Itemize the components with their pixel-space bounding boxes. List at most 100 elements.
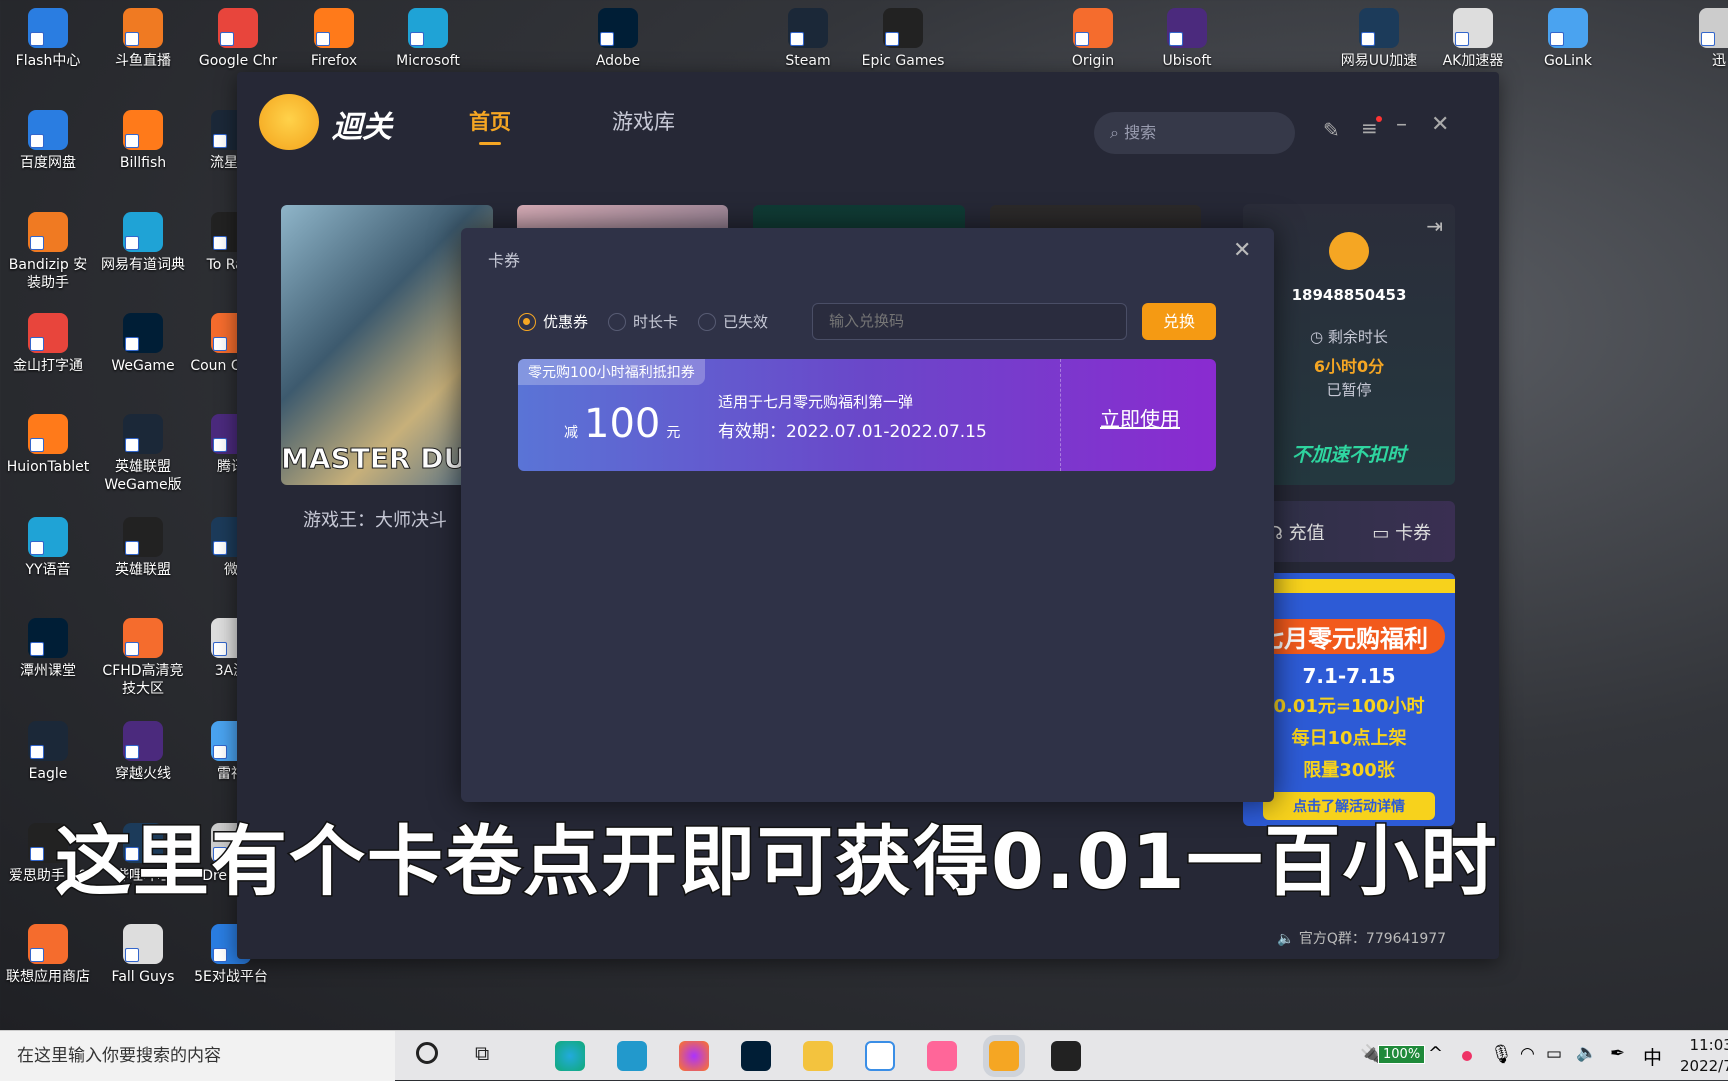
desktop-shortcut[interactable]: Origin: [1050, 8, 1136, 70]
battery-icon[interactable]: ▭: [1546, 1044, 1562, 1064]
wifi-icon[interactable]: ◠: [1520, 1044, 1535, 1064]
app-icon: [28, 414, 68, 454]
desktop-shortcut[interactable]: YY语音: [5, 517, 91, 579]
desktop-shortcut[interactable]: 英雄联盟: [100, 517, 186, 579]
battery-badge: 100%: [1378, 1045, 1426, 1064]
desktop-shortcut[interactable]: Steam: [765, 8, 851, 70]
obs-taskbar-icon[interactable]: [1051, 1041, 1081, 1071]
shortcut-label: Ubisoft: [1162, 53, 1212, 69]
taskbar: 在这里输入你要搜索的内容 ⧉ 🔌 100% ^ 🎙 ◠ ▭ 🔈 ✒ 中 11:0…: [0, 1030, 1728, 1081]
coupons-label: 卡券: [1395, 522, 1432, 544]
clock[interactable]: 11:03 2022/7: [1680, 1035, 1728, 1077]
radio-expired[interactable]: 已失效: [698, 311, 768, 332]
video-caption: 这里有个卡卷点开即可获得0.01一百小时: [54, 816, 1499, 908]
pen-icon[interactable]: ✒: [1610, 1043, 1625, 1064]
desktop-shortcut[interactable]: 英雄联盟WeGame版: [100, 414, 186, 494]
desktop-shortcut[interactable]: 潭州课堂: [5, 618, 91, 680]
ime-indicator[interactable]: 中: [1643, 1043, 1662, 1070]
radio-discount-coupon[interactable]: 优惠券: [518, 311, 588, 332]
desktop-shortcut[interactable]: 联想应用商店: [5, 924, 91, 986]
desktop-shortcut[interactable]: WeGame: [100, 313, 186, 375]
desktop-shortcut[interactable]: Microsoft: [385, 8, 471, 70]
taskbar-search[interactable]: 在这里输入你要搜索的内容: [0, 1031, 395, 1081]
app-icon: [1548, 8, 1588, 48]
coupon-prefix: 减: [564, 425, 578, 441]
search-input[interactable]: ⌕ 搜索: [1094, 112, 1295, 154]
radio-time-card[interactable]: 时长卡: [608, 311, 678, 332]
desktop-shortcut[interactable]: 网易有道词典: [100, 212, 186, 274]
volume-icon[interactable]: 🔈: [1576, 1043, 1597, 1063]
radio-label: 优惠券: [543, 313, 589, 331]
firefox-taskbar-icon[interactable]: [679, 1041, 709, 1071]
shortcut-label: Adobe: [595, 53, 641, 69]
desktop-shortcut[interactable]: Ubisoft: [1144, 8, 1230, 70]
desktop-shortcut[interactable]: 金山打字通: [5, 313, 91, 375]
dialog-close-icon[interactable]: ✕: [1233, 238, 1251, 263]
app-icon: [123, 212, 163, 252]
app-icon: [123, 313, 163, 353]
shortcut-label: 英雄联盟: [115, 562, 171, 578]
desktop-shortcut[interactable]: GoLink: [1525, 8, 1611, 70]
redeem-button[interactable]: 兑换: [1142, 303, 1216, 340]
edge-taskbar-icon[interactable]: [555, 1041, 585, 1071]
desktop-shortcut[interactable]: Firefox: [291, 8, 377, 70]
shortcut-label: Steam: [785, 53, 831, 69]
use-now-link[interactable]: 立即使用: [1100, 403, 1180, 432]
menu-icon[interactable]: ≡: [1361, 116, 1382, 140]
status-text: 已暂停: [1326, 381, 1372, 399]
desktop-shortcut[interactable]: Flash中心: [5, 8, 91, 70]
featured-game-title: 游戏王：大师决斗: [303, 510, 447, 531]
logout-icon[interactable]: ⇥: [1426, 214, 1443, 238]
tab-library[interactable]: 游戏库: [612, 106, 675, 136]
app-taskbar-icon[interactable]: [989, 1041, 1019, 1071]
remaining-value: 6小时0分: [1313, 357, 1385, 376]
feedback-icon[interactable]: ✎: [1323, 118, 1340, 142]
shortcut-label: CFHD高清竞技大区: [102, 663, 184, 697]
desktop-shortcut[interactable]: Google Chr: [195, 8, 281, 70]
desktop-shortcut[interactable]: Bandizip 安装助手: [5, 212, 91, 292]
desktop-shortcut[interactable]: Epic Games: [860, 8, 946, 70]
desktop-shortcut[interactable]: AK加速器: [1430, 8, 1516, 70]
record-icon[interactable]: [1462, 1051, 1472, 1061]
desktop-shortcut[interactable]: 斗鱼直播: [100, 8, 186, 70]
recharge-button[interactable]: ☊ 充值: [1267, 519, 1325, 545]
app-icon: [1359, 8, 1399, 48]
bilibili-taskbar-icon[interactable]: [927, 1041, 957, 1071]
shortcut-label: Eagle: [28, 766, 68, 782]
desktop-shortcut[interactable]: Fall Guys: [100, 924, 186, 986]
footer-qq-group: 🔈 官方Q群：779641977: [1277, 928, 1446, 948]
baidu-netdisk-taskbar-icon[interactable]: [865, 1041, 895, 1071]
desktop-shortcut[interactable]: 网易UU加速: [1336, 8, 1422, 70]
desktop-shortcut[interactable]: Eagle: [5, 721, 91, 783]
desktop-shortcut[interactable]: Billfish: [100, 110, 186, 172]
redeem-code-input[interactable]: [812, 303, 1127, 340]
app-icon: [1167, 8, 1207, 48]
minimize-icon[interactable]: –: [1396, 112, 1407, 137]
app-icon: [883, 8, 923, 48]
shortcut-label: 穿越火线: [115, 766, 171, 782]
ie-taskbar-icon[interactable]: [617, 1041, 647, 1071]
desktop-shortcut[interactable]: Adobe: [575, 8, 661, 70]
tab-home[interactable]: 首页: [469, 106, 511, 145]
close-icon[interactable]: ✕: [1431, 112, 1449, 137]
remaining-label: 剩余时长: [1327, 328, 1388, 346]
cortana-icon[interactable]: [416, 1042, 438, 1064]
app-icon: [218, 8, 258, 48]
desktop-shortcut[interactable]: HuionTablet: [5, 414, 91, 476]
desktop-shortcut[interactable]: 迅: [1676, 8, 1728, 70]
task-view-icon[interactable]: ⧉: [475, 1041, 489, 1065]
desktop-shortcut[interactable]: 百度网盘: [5, 110, 91, 172]
microphone-icon[interactable]: 🎙: [1490, 1044, 1513, 1065]
explorer-taskbar-icon[interactable]: [803, 1041, 833, 1071]
shortcut-label: WeGame: [111, 358, 175, 374]
photoshop-taskbar-icon[interactable]: [741, 1041, 771, 1071]
search-icon: ⌕: [1110, 123, 1119, 142]
desktop-shortcut[interactable]: CFHD高清竞技大区: [100, 618, 186, 698]
tray-expand-icon[interactable]: ^: [1428, 1043, 1443, 1064]
shortcut-label: YY语音: [25, 562, 71, 578]
app-icon: [1699, 8, 1728, 48]
desktop-shortcut[interactable]: 穿越火线: [100, 721, 186, 783]
promo-banner[interactable]: 七月零元购福利 7.1-7.15 0.01元=100小时 每日10点上架 限量3…: [1243, 573, 1455, 826]
speaker-icon: 🔈: [1277, 931, 1295, 947]
coupons-button[interactable]: ▭ 卡券: [1372, 519, 1431, 545]
